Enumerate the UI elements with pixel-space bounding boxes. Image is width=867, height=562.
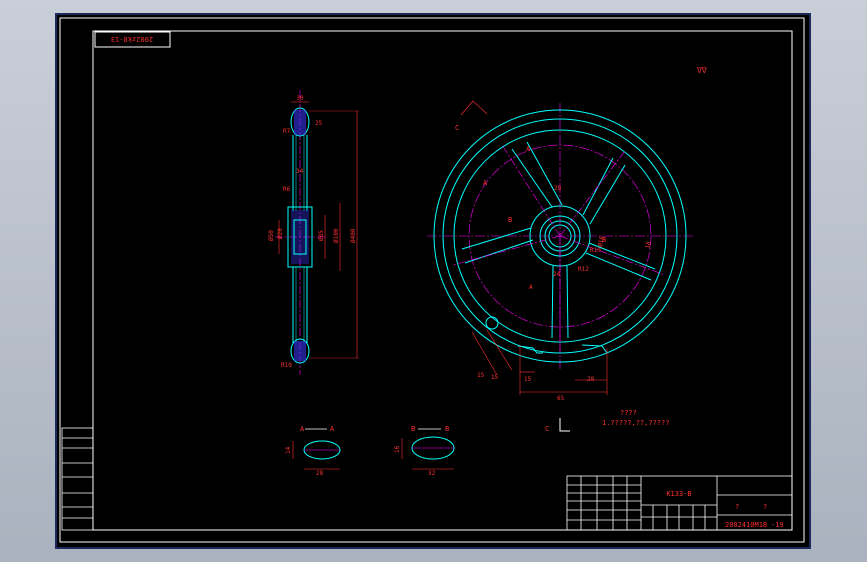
- section-a-label-left: A: [300, 425, 305, 433]
- svg-text:25: 25: [315, 120, 323, 127]
- title-block-q2: ?: [763, 503, 767, 511]
- section-a-width: 28: [316, 470, 324, 477]
- svg-text:Ø50: Ø50: [268, 230, 275, 241]
- revision-strip: [61, 427, 94, 531]
- svg-text:C: C: [455, 124, 459, 132]
- cad-drawing: 2002zk8-13 K133-B ? ? 2002410M18 -19 ∇∇ …: [59, 17, 805, 543]
- svg-text:15: 15: [491, 374, 499, 381]
- tech-note: 1.?????,??,?????: [602, 419, 669, 427]
- section-b-width: 32: [428, 470, 436, 477]
- section-markers: A A B B C C: [455, 124, 606, 433]
- svg-text:30: 30: [296, 95, 304, 102]
- section-a-label-right: A: [330, 425, 335, 433]
- tech-title: ????: [620, 409, 637, 417]
- svg-text:Ø400: Ø400: [350, 228, 357, 243]
- svg-text:B: B: [508, 216, 512, 224]
- svg-text:15: 15: [524, 376, 532, 383]
- part-code: K133-B: [666, 490, 691, 498]
- svg-text:A: A: [529, 284, 533, 291]
- drawing-number: 2002410M18: [725, 521, 767, 529]
- svg-text:A: A: [526, 145, 531, 153]
- svg-text:R7: R7: [283, 128, 291, 135]
- front-view: [427, 103, 693, 371]
- roughness-mark: ∇∇: [696, 66, 707, 75]
- section-b-label-right: B: [445, 425, 449, 433]
- title-block-q1: ?: [735, 503, 739, 511]
- stamp-code: 2002zk8-13: [111, 35, 153, 43]
- svg-text:R10: R10: [590, 247, 601, 254]
- svg-text:R12: R12: [578, 266, 589, 273]
- drawing-number-suffix: -19: [771, 521, 784, 529]
- svg-text:34: 34: [296, 168, 304, 175]
- svg-text:24: 24: [553, 271, 561, 278]
- svg-text:B: B: [602, 236, 606, 244]
- section-b: [401, 428, 455, 470]
- svg-text:Ø20: Ø20: [277, 228, 284, 239]
- svg-text:20: 20: [587, 376, 595, 383]
- section-b-height: 16: [394, 445, 401, 453]
- drawing-sheet: 2002zk8-13 K133-B ? ? 2002410M18 -19 ∇∇ …: [55, 13, 811, 549]
- front-view-dims: 15 15 15 20 65 18 R12 R10 Ø16 24 28 A: [477, 185, 653, 402]
- svg-text:R6: R6: [283, 186, 291, 193]
- svg-text:R10: R10: [281, 362, 292, 369]
- svg-text:15: 15: [477, 372, 485, 379]
- front-view-dim-lines: [460, 100, 608, 395]
- svg-text:28: 28: [554, 185, 562, 192]
- svg-text:65: 65: [557, 395, 565, 402]
- section-b-label-left: B: [411, 425, 415, 433]
- svg-text:A: A: [483, 179, 488, 187]
- svg-text:Ø85: Ø85: [318, 230, 325, 241]
- section-a-height: 14: [285, 446, 292, 454]
- outer-frame: [59, 17, 805, 543]
- section-a: [292, 428, 341, 470]
- svg-text:18: 18: [644, 240, 653, 249]
- svg-text:Ø100: Ø100: [333, 228, 340, 243]
- svg-text:C: C: [545, 425, 549, 433]
